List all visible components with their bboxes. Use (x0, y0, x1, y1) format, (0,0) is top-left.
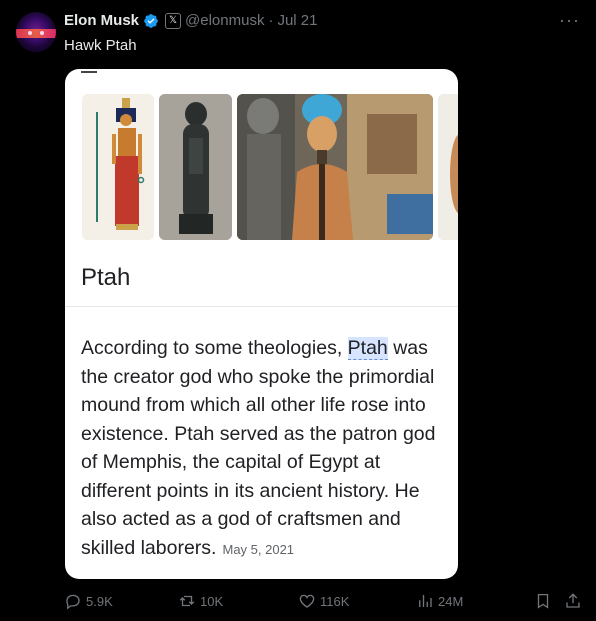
heart-icon (299, 594, 315, 608)
image-fragment[interactable] (438, 94, 458, 240)
author-name[interactable]: Elon Musk (64, 12, 139, 29)
card-title: Ptah (81, 264, 131, 291)
bookmark-icon (537, 593, 549, 609)
view-count: 24M (438, 593, 464, 609)
avatar-eye (28, 31, 32, 35)
sheet-handle (81, 71, 97, 73)
tweet-text: Hawk Ptah (64, 37, 137, 54)
share-icon (566, 593, 580, 608)
bookmark-button[interactable] (534, 592, 552, 610)
avatar-eye (40, 31, 44, 35)
image-dark-statue[interactable] (159, 94, 232, 240)
reply-count: 5.9K (86, 593, 113, 609)
para-highlight[interactable]: Ptah (347, 337, 388, 360)
separator: · (268, 12, 274, 29)
repost-button[interactable]: 10K (178, 592, 223, 610)
views-chart-icon (419, 595, 432, 607)
card-description: According to some theologies, Ptah was t… (81, 334, 449, 564)
repost-count: 10K (200, 593, 224, 609)
tweet-actions: 5.9K 10K 116K 24M (64, 592, 584, 612)
x-affiliation-badge[interactable]: 𝕏 (165, 12, 182, 29)
para-text: was the creator god who spoke the primor… (81, 337, 436, 559)
author-handle[interactable]: @elonmusk (185, 12, 264, 29)
like-button[interactable]: 116K (298, 592, 349, 610)
card-date: May 5, 2021 (222, 541, 295, 557)
tweet-date[interactable]: Jul 21 (277, 12, 317, 29)
image-carousel[interactable] (82, 94, 458, 240)
repost-icon (179, 595, 195, 607)
author-avatar[interactable] (16, 12, 56, 52)
media-image[interactable]: Ptah According to some theologies, Ptah … (65, 69, 458, 579)
more-icon[interactable]: ··· (559, 10, 580, 31)
views-button[interactable]: 24M (416, 592, 463, 610)
share-button[interactable] (564, 592, 582, 610)
tweet-header: Elon Musk 𝕏 @elonmusk · Jul 21 (64, 12, 317, 29)
card-divider (65, 306, 458, 307)
para-text: According to some theologies, (81, 337, 348, 359)
image-isis-illustration[interactable] (82, 94, 154, 240)
avatar-band (16, 29, 56, 38)
like-count: 116K (320, 593, 350, 609)
reply-button[interactable]: 5.9K (64, 592, 113, 610)
verified-badge-icon[interactable] (143, 13, 159, 29)
image-ptah-statues[interactable] (237, 94, 433, 240)
reply-icon (66, 594, 80, 610)
